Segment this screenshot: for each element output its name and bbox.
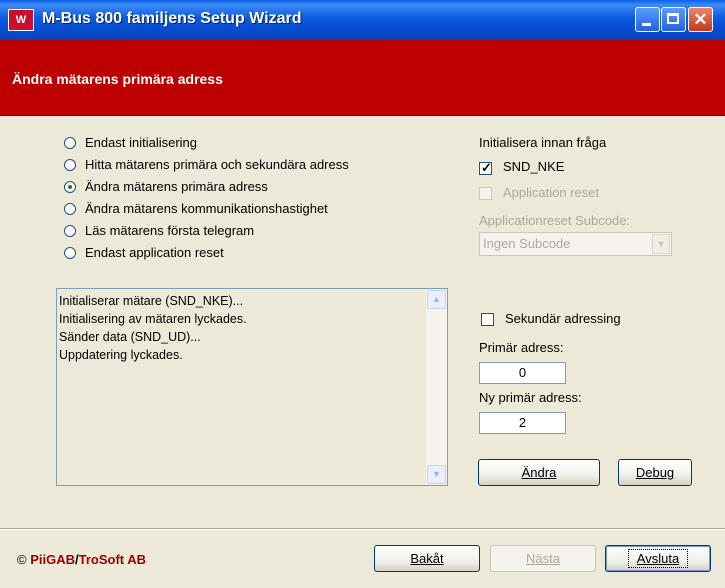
log-line: Initialisering av mätaren lyckades. <box>59 312 247 326</box>
next-button[interactable]: Nästa <box>490 545 596 572</box>
radio-label: Ändra mätarens primära adress <box>85 179 268 194</box>
log-line: Initialiserar mätare (SND_NKE)... <box>59 294 244 308</box>
minimize-button[interactable] <box>635 7 660 32</box>
log-line: Uppdatering lyckades. <box>59 348 183 362</box>
radio-button[interactable] <box>64 225 76 237</box>
separator <box>0 528 725 530</box>
scroll-down-icon[interactable]: ▼ <box>427 465 446 484</box>
log-line: Sänder data (SND_UD)... <box>59 330 201 344</box>
debug-button-label: Debug <box>635 465 675 480</box>
init-heading: Initialisera innan fråga <box>479 135 607 150</box>
brand-trosoft: TroSoft AB <box>78 552 147 567</box>
radio-button[interactable] <box>64 159 76 171</box>
app-icon: W <box>8 9 34 31</box>
subcode-value: Ingen Subcode <box>483 236 571 251</box>
radio-label: Ändra mätarens kommunikationshastighet <box>85 201 328 216</box>
radio-button[interactable] <box>64 203 76 215</box>
radio-label: Endast application reset <box>85 245 224 260</box>
primary-address-label: Primär adress: <box>479 340 564 355</box>
maximize-button[interactable] <box>661 7 686 32</box>
app-reset-checkbox[interactable] <box>479 187 492 200</box>
log-output[interactable]: Initialiserar mätare (SND_NKE)... Initia… <box>56 288 448 486</box>
subcode-label: Applicationreset Subcode: <box>479 213 631 228</box>
snd-nke-checkbox[interactable]: ✓ <box>479 160 492 175</box>
primary-address-field[interactable]: 0 <box>479 362 566 384</box>
copyright-symbol: © <box>17 552 27 567</box>
radio-label: Läs mätarens första telegram <box>85 223 255 238</box>
brand-footer: © PiiGAB/TroSoft AB <box>17 552 146 567</box>
brand-piigab: PiiGAB <box>30 552 76 567</box>
radio-button-selected[interactable] <box>64 181 76 193</box>
finish-button-text: Avsluta <box>636 551 680 566</box>
finish-button[interactable]: Avsluta <box>605 545 711 572</box>
new-primary-address-field[interactable]: 2 <box>479 412 566 434</box>
back-button-label: Bakåt <box>410 551 444 566</box>
new-primary-address-label: Ny primär adress: <box>479 390 582 405</box>
subcode-select[interactable]: Ingen Subcode ▼ <box>479 232 672 256</box>
next-button-label: Nästa <box>526 551 560 566</box>
snd-nke-label: SND_NKE <box>503 159 565 174</box>
close-icon: ✕ <box>693 10 708 29</box>
minimize-icon <box>642 23 651 26</box>
change-button-label: Ändra <box>521 465 557 480</box>
radio-label: Hitta mätarens primära och sekundära adr… <box>85 157 349 172</box>
setup-wizard-window: W M-Bus 800 familjens Setup Wizard ✕ Änd… <box>0 0 725 588</box>
back-button[interactable]: Bakåt <box>374 545 480 572</box>
radio-button[interactable] <box>64 137 76 149</box>
secondary-addressing-label: Sekundär adressing <box>505 311 621 326</box>
window-title: M-Bus 800 familjens Setup Wizard <box>42 10 302 27</box>
checkmark-icon: ✓ <box>481 160 492 175</box>
page-title: Ändra mätarens primära adress <box>12 71 223 87</box>
scroll-up-icon[interactable]: ▲ <box>427 290 446 309</box>
close-button[interactable]: ✕ <box>688 7 713 32</box>
finish-button-label: Avsluta <box>627 549 689 568</box>
chevron-down-icon[interactable]: ▼ <box>652 234 670 254</box>
change-button[interactable]: Ändra <box>478 459 600 486</box>
maximize-icon <box>667 13 679 24</box>
radio-button[interactable] <box>64 247 76 259</box>
radio-label: Endast initialisering <box>85 135 198 150</box>
wizard-header: Ändra mätarens primära adress <box>0 40 725 116</box>
log-scrollbar[interactable]: ▲ ▼ <box>426 289 447 485</box>
secondary-addressing-checkbox[interactable] <box>481 313 494 326</box>
debug-button[interactable]: Debug <box>618 459 692 486</box>
app-reset-label: Application reset <box>503 185 600 200</box>
title-bar[interactable]: W M-Bus 800 familjens Setup Wizard ✕ <box>0 0 725 40</box>
